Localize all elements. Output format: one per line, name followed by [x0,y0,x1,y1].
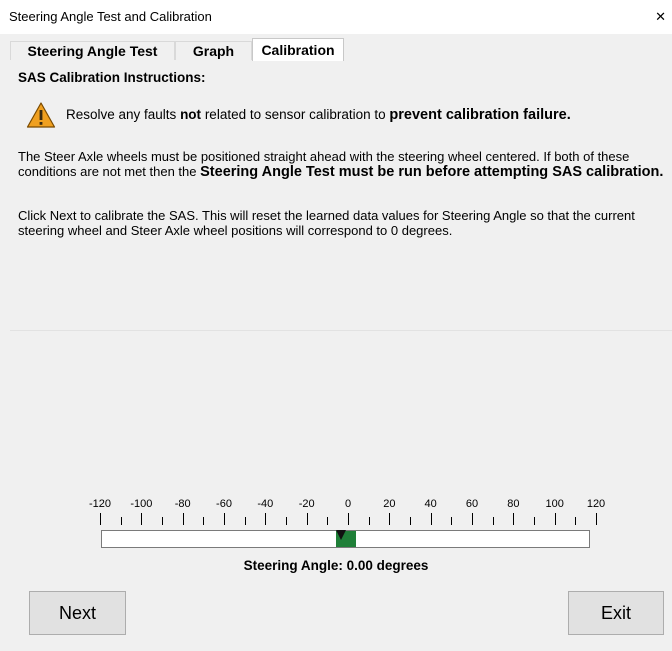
tick-mark [348,513,349,525]
tick-mark [141,513,143,525]
tick-mark [575,517,577,525]
title-bar: Steering Angle Test and Calibration ✕ [0,0,672,34]
warning-middle: related to sensor calibration to [201,107,390,122]
tick-mark [451,517,453,525]
close-icon[interactable]: ✕ [626,0,672,34]
tick-label: -120 [88,498,112,510]
tick-mark [430,513,432,525]
tick-mark [306,513,308,525]
tick-mark [554,513,556,525]
positioning-bold-text: Steering Angle Test must be run before a… [200,164,664,180]
tick-label: -60 [216,498,232,510]
tick-label: -20 [298,498,315,510]
warning-text: Resolve any faults not related to sensor… [66,107,571,123]
tick-mark [327,517,329,525]
tick-mark [368,517,370,525]
calibration-panel: SAS Calibration Instructions: Resolve an… [10,60,672,331]
tick-mark [203,517,205,525]
tick-label: -100 [130,498,153,510]
tick-label: 0 [344,498,352,510]
center-marker-icon [336,530,346,540]
exit-button[interactable]: Exit [568,591,664,635]
tick-mark [286,517,287,525]
warning-prefix: Resolve any faults [66,107,181,122]
tab-strip: Steering Angle Test Graph Calibration [10,38,672,61]
tick-label: -80 [174,498,191,510]
steering-scale: -120 -100 -80 -60 -40 -20 0 20 40 60 80 100 120 [89,498,605,558]
tick-mark [244,517,246,525]
tick-mark [182,513,184,525]
tab-steering-angle-test[interactable]: Steering Angle Test [10,41,175,60]
tick-label: 40 [424,498,437,510]
tick-mark [120,517,122,525]
tick-mark [596,513,597,525]
tick-mark [162,517,163,525]
tick-mark [100,513,101,525]
warning-icon [26,102,56,128]
next-button[interactable]: Next [29,591,126,635]
tab-calibration[interactable]: Calibration [252,38,344,61]
warning-row: Resolve any faults not related to sensor… [26,101,571,129]
tab-graph[interactable]: Graph [175,41,252,60]
tick-label: 120 [586,498,606,510]
tick-mark [224,513,225,525]
tick-label: 60 [465,498,479,510]
tick-mark [389,513,391,525]
tick-mark [265,513,267,525]
tick-mark [492,517,494,525]
tick-label: 20 [383,498,396,510]
tick-label: -40 [257,498,274,510]
tick-mark [534,517,535,525]
next-instructions: Click Next to calibrate the SAS. This wi… [18,208,635,238]
tick-label: 100 [545,498,564,510]
tick-mark [410,517,411,525]
tick-mark [472,513,473,525]
steering-angle-readout: Steering Angle: 0.00 degrees [243,558,429,573]
warning-emphasis: prevent calibration failure. [389,107,571,123]
tick-label: 80 [507,498,520,510]
tick-mark [513,513,515,525]
window-title: Steering Angle Test and Calibration [9,9,212,24]
warning-emphasis-not: not [180,107,202,122]
instructions-heading: SAS Calibration Instructions: [18,70,206,85]
positioning-instructions: The Steer Axle wheels must be positioned… [18,149,666,180]
